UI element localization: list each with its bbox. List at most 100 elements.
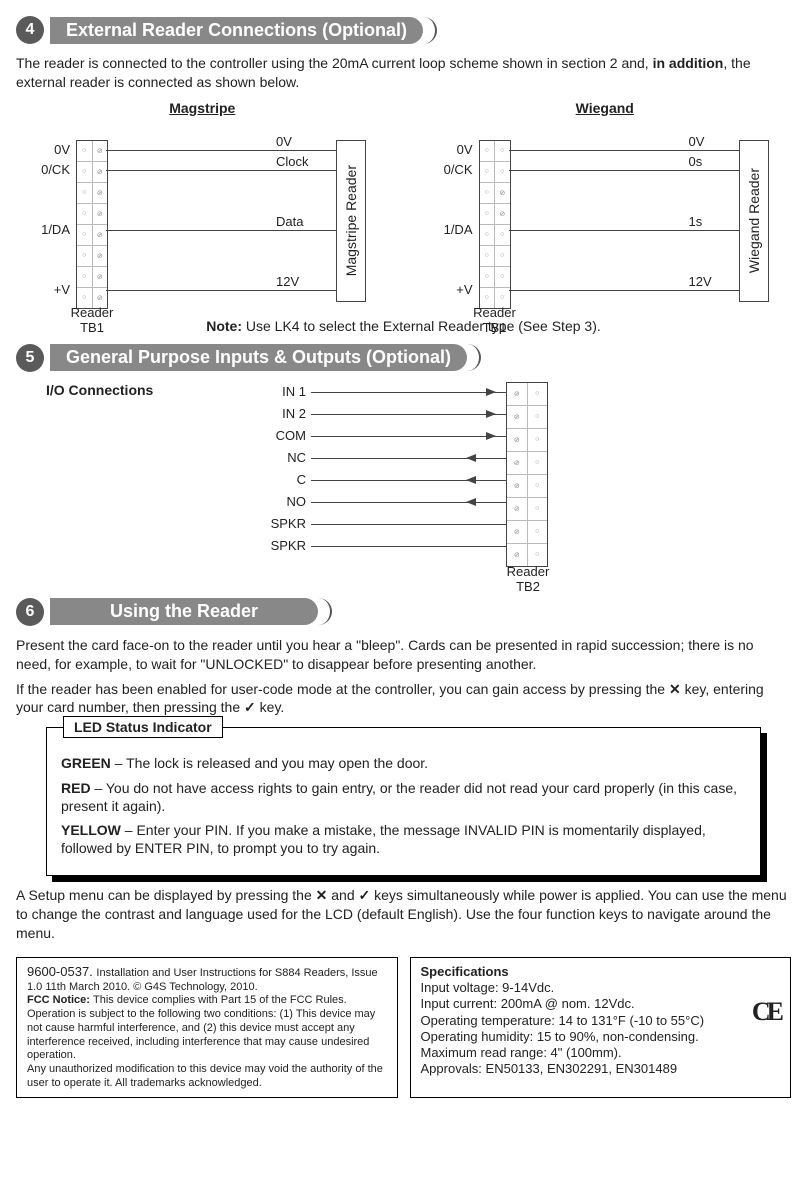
wire	[509, 170, 739, 171]
section-5-title: General Purpose Inputs & Outputs (Option…	[50, 344, 467, 371]
wiegand-reader-box: Wiegand Reader	[739, 140, 769, 302]
pin-label: 1/DA	[423, 222, 473, 237]
reader-label: Wiegand Reader	[746, 168, 762, 273]
wire	[311, 480, 506, 481]
wire	[311, 524, 506, 525]
io-label: SPKR	[246, 538, 306, 553]
arrow-icon	[466, 454, 476, 462]
pin-label: 0V	[20, 142, 70, 157]
io-connections-title: I/O Connections	[46, 382, 153, 398]
x-key-icon: ✕	[316, 887, 328, 903]
io-label: IN 2	[246, 406, 306, 421]
doc-number: 9600-0537.	[27, 964, 96, 979]
text: and	[327, 887, 358, 903]
footer-left-box: 9600-0537. Installation and User Instruc…	[16, 957, 398, 1098]
step-number-4: 4	[16, 16, 44, 44]
note-bold: Note:	[206, 318, 246, 334]
io-label: NC	[246, 450, 306, 465]
text: If the reader has been enabled for user-…	[16, 681, 669, 697]
wire	[509, 230, 739, 231]
wire	[311, 436, 506, 437]
wire	[106, 230, 336, 231]
arrow-icon	[486, 410, 496, 418]
arrow-icon	[486, 388, 496, 396]
terminal-block-tb2: ⊘○ ⊘○ ⊘○ ⊘○ ⊘○ ⊘○ ⊘○ ⊘○	[506, 382, 548, 567]
reader-label: Magstripe Reader	[343, 165, 359, 276]
section-6-p1: Present the card face-on to the reader u…	[16, 636, 791, 674]
section-6-p2: If the reader has been enabled for user-…	[16, 680, 791, 718]
led-green-line: GREEN – The lock is released and you may…	[61, 754, 746, 772]
signal-label: 0V	[689, 134, 705, 149]
magstripe-diagram: Magstripe 0V 0/CK 1/DA +V ○⊘ ○⊘ ○⊘ ○⊘ ○⊘…	[16, 100, 389, 310]
pin-label: 0/CK	[20, 162, 70, 177]
section-4-note: Note: Use LK4 to select the External Rea…	[16, 318, 791, 334]
signal-label: 12V	[689, 274, 712, 289]
spec-line: Input voltage: 9-14Vdc.	[421, 980, 555, 995]
spec-line: Operating humidity: 15 to 90%, non-conde…	[421, 1029, 699, 1044]
spec-line: Input current: 200mA @ nom. 12Vdc.	[421, 996, 635, 1011]
led-yellow-line: YELLOW – Enter your PIN. If you make a m…	[61, 821, 746, 857]
check-key-icon: ✓	[244, 699, 256, 715]
wire	[311, 502, 506, 503]
signal-label: Clock	[276, 154, 309, 169]
x-key-icon: ✕	[669, 681, 681, 697]
section-4-header: 4 External Reader Connections (Optional)	[16, 16, 791, 44]
section-6-header: 6 Using the Reader	[16, 598, 791, 626]
io-label: IN 1	[246, 384, 306, 399]
text: – You do not have access rights to gain …	[61, 780, 737, 814]
terminal-block-tb1: ○○ ○○ ○⊘ ○⊘ ○○ ○○ ○○ ○○	[479, 140, 511, 309]
wire	[311, 546, 506, 547]
wiring-diagrams-row: Magstripe 0V 0/CK 1/DA +V ○⊘ ○⊘ ○⊘ ○⊘ ○⊘…	[16, 100, 791, 310]
text: The reader is connected to the controlle…	[16, 55, 653, 71]
spec-line: Operating temperature: 14 to 131°F (-10 …	[421, 1013, 705, 1028]
tb-caption: Reader TB1	[465, 305, 525, 335]
spec-title: Specifications	[421, 964, 509, 979]
wire	[311, 414, 506, 415]
green-label: GREEN	[61, 755, 111, 771]
text: A Setup menu can be displayed by pressin…	[16, 887, 316, 903]
terminal-block-tb1: ○⊘ ○⊘ ○⊘ ○⊘ ○⊘ ○⊘ ○⊘ ○⊘	[76, 140, 108, 309]
led-status-box: LED Status Indicator GREEN – The lock is…	[46, 727, 761, 876]
trademark-text: Any unauthorized modification to this de…	[27, 1063, 383, 1089]
wire	[311, 458, 506, 459]
led-box-title: LED Status Indicator	[63, 716, 223, 738]
led-red-line: RED – You do not have access rights to g…	[61, 779, 746, 815]
step-number-5: 5	[16, 344, 44, 372]
io-diagram: I/O Connections ⊘○ ⊘○ ⊘○ ⊘○ ⊘○ ⊘○ ⊘○ ⊘○ …	[16, 382, 791, 592]
text: – The lock is released and you may open …	[111, 755, 428, 771]
wiegand-title: Wiegand	[419, 100, 792, 116]
io-label: C	[246, 472, 306, 487]
tb2-caption: Reader TB2	[498, 564, 558, 594]
tb-caption: Reader TB1	[62, 305, 122, 335]
spec-line: Approvals: EN50133, EN302291, EN301489	[421, 1061, 678, 1076]
signal-label: 0s	[689, 154, 703, 169]
check-key-icon: ✓	[359, 887, 371, 903]
pin-label: 0V	[423, 142, 473, 157]
arrow-icon	[466, 498, 476, 506]
text-bold: in addition	[653, 55, 724, 71]
text: – Enter your PIN. If you make a mistake,…	[61, 822, 706, 856]
arrow-icon	[466, 476, 476, 484]
section-5-header: 5 General Purpose Inputs & Outputs (Opti…	[16, 344, 791, 372]
yellow-label: YELLOW	[61, 822, 121, 838]
signal-label: 12V	[276, 274, 299, 289]
note-text: Use LK4 to select the External Reader ty…	[246, 318, 601, 334]
wire	[311, 392, 506, 393]
pin-label: +V	[20, 282, 70, 297]
red-label: RED	[61, 780, 91, 796]
step-number-6: 6	[16, 598, 44, 626]
io-label: NO	[246, 494, 306, 509]
signal-label: 0V	[276, 134, 292, 149]
section-6-p3: A Setup menu can be displayed by pressin…	[16, 886, 791, 943]
magstripe-title: Magstripe	[16, 100, 389, 116]
spec-line: Maximum read range: 4" (100mm).	[421, 1045, 622, 1060]
text: key.	[256, 699, 285, 715]
footer-row: 9600-0537. Installation and User Instruc…	[16, 957, 791, 1098]
pin-label: 1/DA	[20, 222, 70, 237]
io-label: COM	[246, 428, 306, 443]
wire	[509, 150, 739, 151]
wire	[509, 290, 739, 291]
magstripe-reader-box: Magstripe Reader	[336, 140, 366, 302]
pin-label: +V	[423, 282, 473, 297]
section-4-title: External Reader Connections (Optional)	[50, 17, 423, 44]
